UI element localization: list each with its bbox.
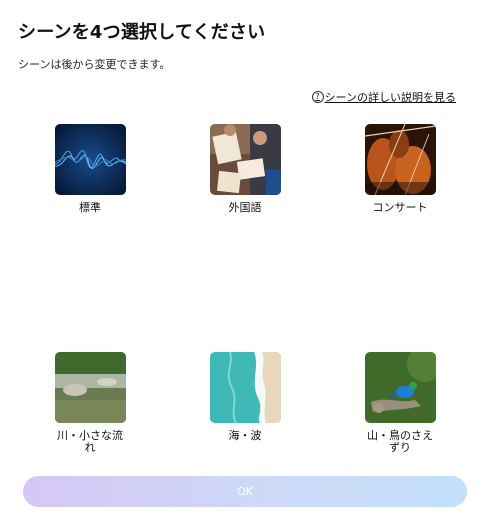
scene-card-foreign-language[interactable]: 外国語 — [200, 124, 290, 214]
scene-thumbnail-stream — [54, 352, 126, 423]
page-title: シーンを4つ選択してください — [18, 22, 266, 43]
scene-thumbnail-standard — [54, 124, 126, 195]
scene-label-standard: 標準 — [79, 201, 101, 214]
scene-label-ocean: 海・波 — [228, 429, 262, 442]
scene-card-standard[interactable]: 標準 — [45, 124, 135, 214]
scene-card-stream[interactable]: 川・小さな流れ — [45, 352, 135, 454]
scene-label-stream: 川・小さな流れ — [57, 429, 123, 454]
scene-card-concert[interactable]: コンサート — [355, 124, 445, 214]
scene-label-foreign-language: 外国語 — [228, 201, 262, 214]
scene-label-mountain-birds: 山・鳥のさえずり — [367, 429, 433, 454]
scene-help-link[interactable]: ? シーンの詳しい説明を見る — [311, 89, 456, 105]
question-circle-icon: ? — [311, 91, 324, 103]
scene-thumbnail-ocean — [209, 352, 281, 423]
scene-thumbnail-concert — [364, 124, 436, 195]
scene-label-concert: コンサート — [372, 201, 428, 214]
ok-button[interactable]: OK — [23, 476, 467, 507]
scene-card-mountain-birds[interactable]: 山・鳥のさえずり — [355, 352, 445, 454]
page-subtitle: シーンは後から変更できます。 — [18, 58, 171, 71]
scene-thumbnail-foreign-language — [209, 124, 281, 195]
help-link-label: シーンの詳しい説明を見る — [324, 91, 456, 104]
scene-thumbnail-mountain-birds — [364, 352, 436, 423]
scene-card-ocean[interactable]: 海・波 — [200, 352, 290, 442]
